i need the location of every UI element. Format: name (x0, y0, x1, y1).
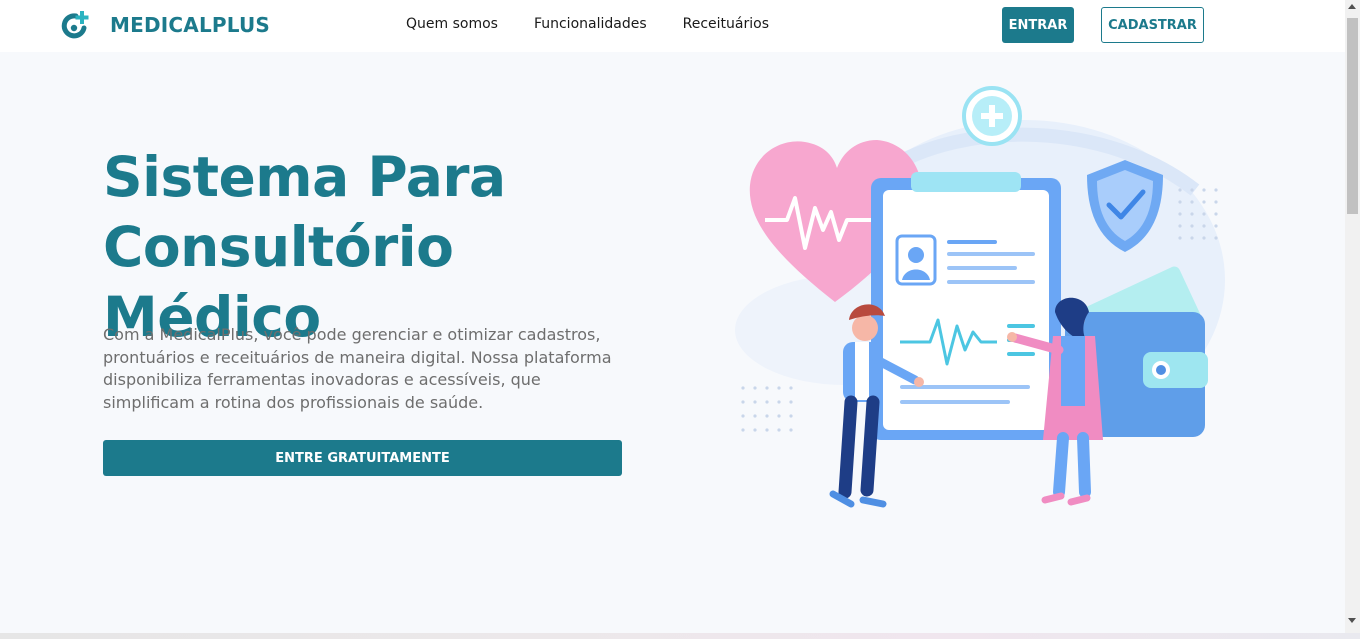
hero-title-line-1: Sistema Para (103, 145, 506, 209)
medical-clipboard-illustration (735, 86, 1225, 508)
login-button[interactable]: ENTRAR (1002, 7, 1074, 43)
brand-name: MEDICALPLUS (110, 13, 271, 37)
cta-free-signup-button[interactable]: ENTRE GRATUITAMENTE (103, 440, 622, 476)
scroll-up-arrow-icon[interactable] (1348, 4, 1356, 9)
scroll-down-arrow-icon[interactable] (1348, 618, 1356, 623)
hero-title: Sistema Para Consultório Médico (103, 142, 663, 352)
hero-description: Com a MedicalPlus, você pode gerenciar e… (103, 325, 612, 412)
nav-link-receituarios[interactable]: Receituários (683, 16, 769, 32)
scrollbar-thumb[interactable] (1347, 18, 1358, 214)
nav-link-quem-somos[interactable]: Quem somos (406, 16, 498, 32)
navbar: MEDICALPLUS Quem somos Funcionalidades R… (0, 0, 1345, 52)
taskbar-edge (0, 633, 1360, 639)
main-nav: Quem somos Funcionalidades Receituários (406, 16, 805, 32)
signup-button[interactable]: CADASTRAR (1101, 7, 1204, 43)
page-scrollbar[interactable] (1345, 0, 1360, 633)
medical-plus-logo-icon (61, 11, 89, 39)
brand-logo[interactable]: MEDICALPLUS (60, 10, 270, 40)
nav-link-funcionalidades[interactable]: Funcionalidades (534, 16, 647, 32)
